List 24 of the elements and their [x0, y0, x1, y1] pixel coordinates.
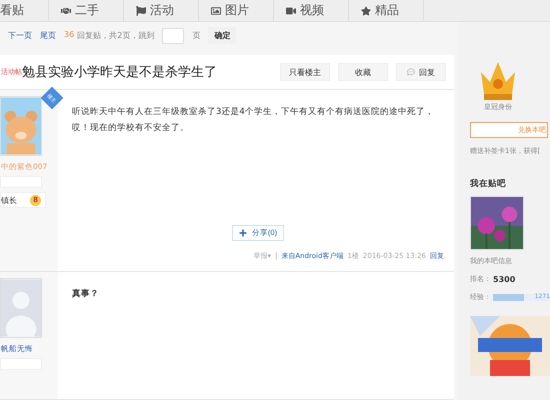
- thread-title: 勉县实验小学昨天是不是杀学生了: [22, 64, 218, 82]
- image-icon: [211, 6, 221, 16]
- page-unit: 页: [192, 30, 200, 42]
- section-title: 我在贴吧: [470, 178, 507, 190]
- post-text: 真事？: [72, 288, 100, 302]
- flag-icon: [136, 6, 146, 16]
- post-text: 听说昨天中午有人在三年级教室杀了3还是4个学生，下午有又有个有病送医院的途中死了，: [72, 106, 435, 120]
- thread-action[interactable]: 回复: [396, 63, 446, 82]
- comment-icon: [407, 68, 415, 76]
- confirm-button[interactable]: 确定: [208, 27, 236, 44]
- video-icon: [286, 6, 296, 16]
- page-link[interactable]: 尾页: [40, 30, 56, 42]
- rank-value: 5300: [493, 274, 516, 284]
- thread-action[interactable]: 只看楼主: [280, 63, 330, 82]
- page-summary: 回复贴，共2页，跳到: [77, 30, 154, 42]
- page-input[interactable]: [162, 28, 184, 44]
- plus-icon: [238, 229, 247, 238]
- avatar: [0, 96, 42, 156]
- thread-action[interactable]: 收藏: [338, 63, 388, 82]
- page-link[interactable]: 下一页: [8, 30, 32, 42]
- handshake-icon: [61, 6, 71, 16]
- star-icon: [361, 6, 371, 16]
- reply-count: 36: [64, 30, 74, 42]
- post-text: 哎！现在的学校有不安全了。: [72, 122, 190, 136]
